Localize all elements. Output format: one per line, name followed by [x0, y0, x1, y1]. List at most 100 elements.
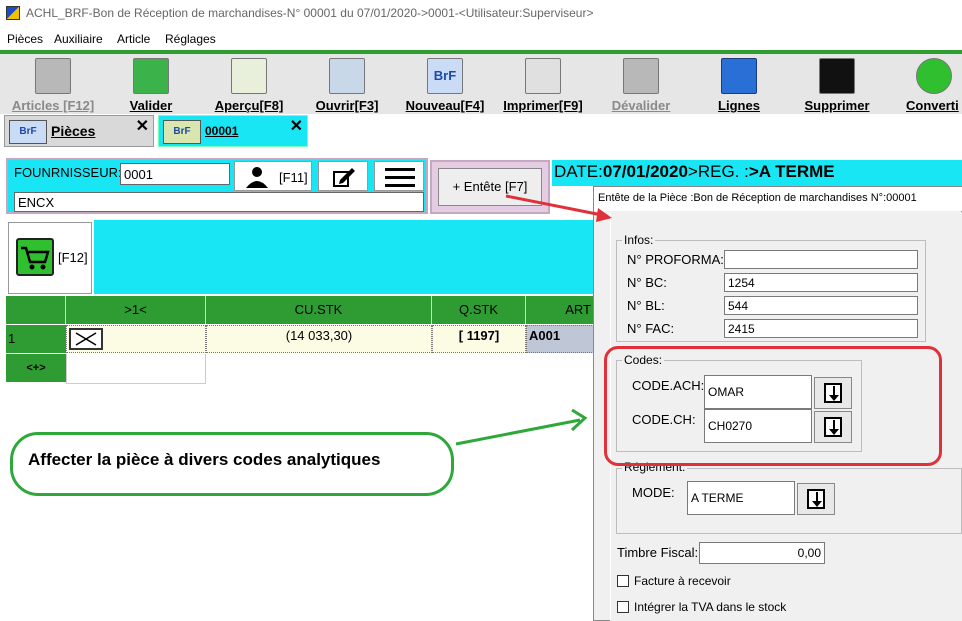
- tab-pieces-label: Pièces: [51, 123, 96, 139]
- bl-input[interactable]: [724, 296, 918, 315]
- infos-title: Infos:: [622, 233, 656, 247]
- articles-icon: [35, 58, 71, 94]
- row-custk-cell[interactable]: (14 033,30): [206, 325, 432, 353]
- unvalidate-icon: [623, 58, 659, 94]
- convert-icon: [916, 58, 952, 94]
- menu-article[interactable]: Article: [117, 32, 150, 46]
- grid-header-custk[interactable]: CU.STK: [206, 296, 432, 324]
- tab-document-label: 00001: [205, 124, 239, 138]
- date-status: DATE:07/01/2020>REG. :>A TERME: [554, 162, 835, 182]
- convertir-label: Converti: [906, 98, 959, 113]
- proforma-input[interactable]: [724, 250, 918, 269]
- timbre-input[interactable]: [699, 542, 825, 564]
- document-tab-icon: BrF: [163, 120, 201, 144]
- date-value: 07/01/2020: [602, 162, 688, 181]
- preview-icon: [231, 58, 267, 94]
- supplier-label: FOUNRNISSEUR:: [14, 165, 122, 180]
- fac-input[interactable]: [724, 319, 918, 338]
- menu-auxiliaire[interactable]: Auxiliaire: [54, 32, 103, 46]
- valider-label: Valider: [129, 98, 173, 113]
- delete-row-icon[interactable]: [69, 328, 103, 350]
- entete-button[interactable]: + Entête [F7]: [438, 168, 542, 206]
- ouvrir-label: Ouvrir[F3]: [315, 98, 379, 113]
- pick-list-icon: [807, 489, 825, 509]
- tab-document[interactable]: BrF 00001 ✕: [158, 115, 308, 147]
- pieces-tab-icon: BrF: [9, 120, 47, 144]
- mode-input[interactable]: [687, 481, 795, 515]
- grid-header-qstk[interactable]: Q.STK: [432, 296, 526, 324]
- grid-header-num[interactable]: [6, 296, 66, 324]
- nouveau-label: Nouveau[F4]: [405, 98, 485, 113]
- supplier-code-input[interactable]: [120, 163, 230, 185]
- facture-label: Facture à recevoir: [634, 574, 731, 588]
- mode-label: MODE:: [632, 485, 675, 500]
- row-number[interactable]: 1: [6, 325, 66, 353]
- imprimer-label: Imprimer[F9]: [503, 98, 583, 113]
- printer-icon: [525, 58, 561, 94]
- annotation-text: Affecter la pièce à divers codes analyti…: [28, 450, 381, 469]
- row-select-cell[interactable]: [66, 325, 206, 353]
- edit-icon: [333, 168, 355, 187]
- row-qstk-cell[interactable]: [ 1197]: [432, 325, 526, 353]
- menu-reglages[interactable]: Réglages: [165, 32, 216, 46]
- facture-checkbox[interactable]: [617, 575, 629, 587]
- bc-input[interactable]: [724, 273, 918, 292]
- app-icon: [6, 6, 20, 20]
- supplier-lookup-button[interactable]: [F11]: [234, 161, 312, 191]
- tva-checkbox[interactable]: [617, 601, 629, 613]
- window-title: ACHL_BRF-Bon de Réception de marchandise…: [26, 6, 594, 20]
- bc-label: N° BC:: [627, 275, 667, 290]
- fac-label: N° FAC:: [627, 321, 675, 336]
- reg-prefix: >REG. :: [687, 162, 749, 181]
- check-icon: [133, 58, 169, 94]
- menu-bar: Pièces Auxiliaire Article Réglages: [0, 28, 962, 50]
- row-art-cell[interactable]: A001: [526, 325, 594, 353]
- toolbar: Articles [F12] Valider Aperçu[F8] Ouvrir…: [0, 50, 962, 114]
- tva-label: Intégrer la TVA dans le stock: [634, 600, 787, 614]
- menu-pieces[interactable]: Pièces: [7, 32, 43, 46]
- close-icon[interactable]: ✕: [290, 116, 303, 136]
- supplier-name-input[interactable]: [14, 192, 424, 212]
- new-document-icon: BrF: [427, 58, 463, 94]
- dialog-title: Entête de la Pièce :Bon de Réception de …: [598, 192, 917, 204]
- devalider-button[interactable]: Dévalider: [604, 56, 678, 116]
- grid-empty-cell: [66, 354, 206, 384]
- grid-header-select[interactable]: >1<: [66, 296, 206, 324]
- cart-icon: [16, 238, 54, 276]
- mode-pick-button[interactable]: [797, 483, 835, 515]
- hamburger-icon: [385, 168, 415, 187]
- lines-toolbar-area: [94, 220, 594, 294]
- date-prefix: DATE:: [554, 162, 603, 181]
- apercu-label: Aperçu[F8]: [214, 98, 284, 113]
- articles-button[interactable]: Articles [F12]: [4, 56, 102, 116]
- nouveau-button[interactable]: BrF Nouveau[F4]: [402, 56, 488, 116]
- timbre-label: Timbre Fiscal:: [617, 545, 699, 560]
- articles-label: Articles [F12]: [11, 98, 95, 113]
- reg-value: >A TERME: [748, 162, 835, 181]
- codes-highlight-frame: [604, 346, 942, 466]
- lignes-button[interactable]: Lignes: [704, 56, 774, 116]
- proforma-label: N° PROFORMA:: [627, 252, 724, 267]
- tab-pieces[interactable]: BrF Pièces ✕: [4, 115, 154, 147]
- bl-label: N° BL:: [627, 298, 665, 313]
- open-icon: [329, 58, 365, 94]
- imprimer-button[interactable]: Imprimer[F9]: [500, 56, 586, 116]
- trash-icon: [819, 58, 855, 94]
- supprimer-label: Supprimer: [804, 98, 870, 113]
- person-icon: [246, 167, 268, 188]
- valider-button[interactable]: Valider: [110, 56, 192, 116]
- add-row-button[interactable]: <+>: [6, 354, 66, 382]
- lines-icon: [721, 58, 757, 94]
- hamburger-button[interactable]: [374, 161, 424, 191]
- ouvrir-button[interactable]: Ouvrir[F3]: [306, 56, 388, 116]
- person-key-label: [F11]: [279, 170, 308, 185]
- close-icon[interactable]: ✕: [136, 116, 149, 136]
- apercu-button[interactable]: Aperçu[F8]: [208, 56, 290, 116]
- convertir-button[interactable]: Converti: [898, 56, 962, 116]
- cart-key-label: [F12]: [58, 250, 88, 265]
- devalider-label: Dévalider: [611, 98, 671, 113]
- lignes-label: Lignes: [718, 98, 760, 113]
- supprimer-button[interactable]: Supprimer: [798, 56, 876, 116]
- edit-supplier-button[interactable]: [318, 161, 368, 191]
- grid-header-art[interactable]: ART: [526, 296, 594, 324]
